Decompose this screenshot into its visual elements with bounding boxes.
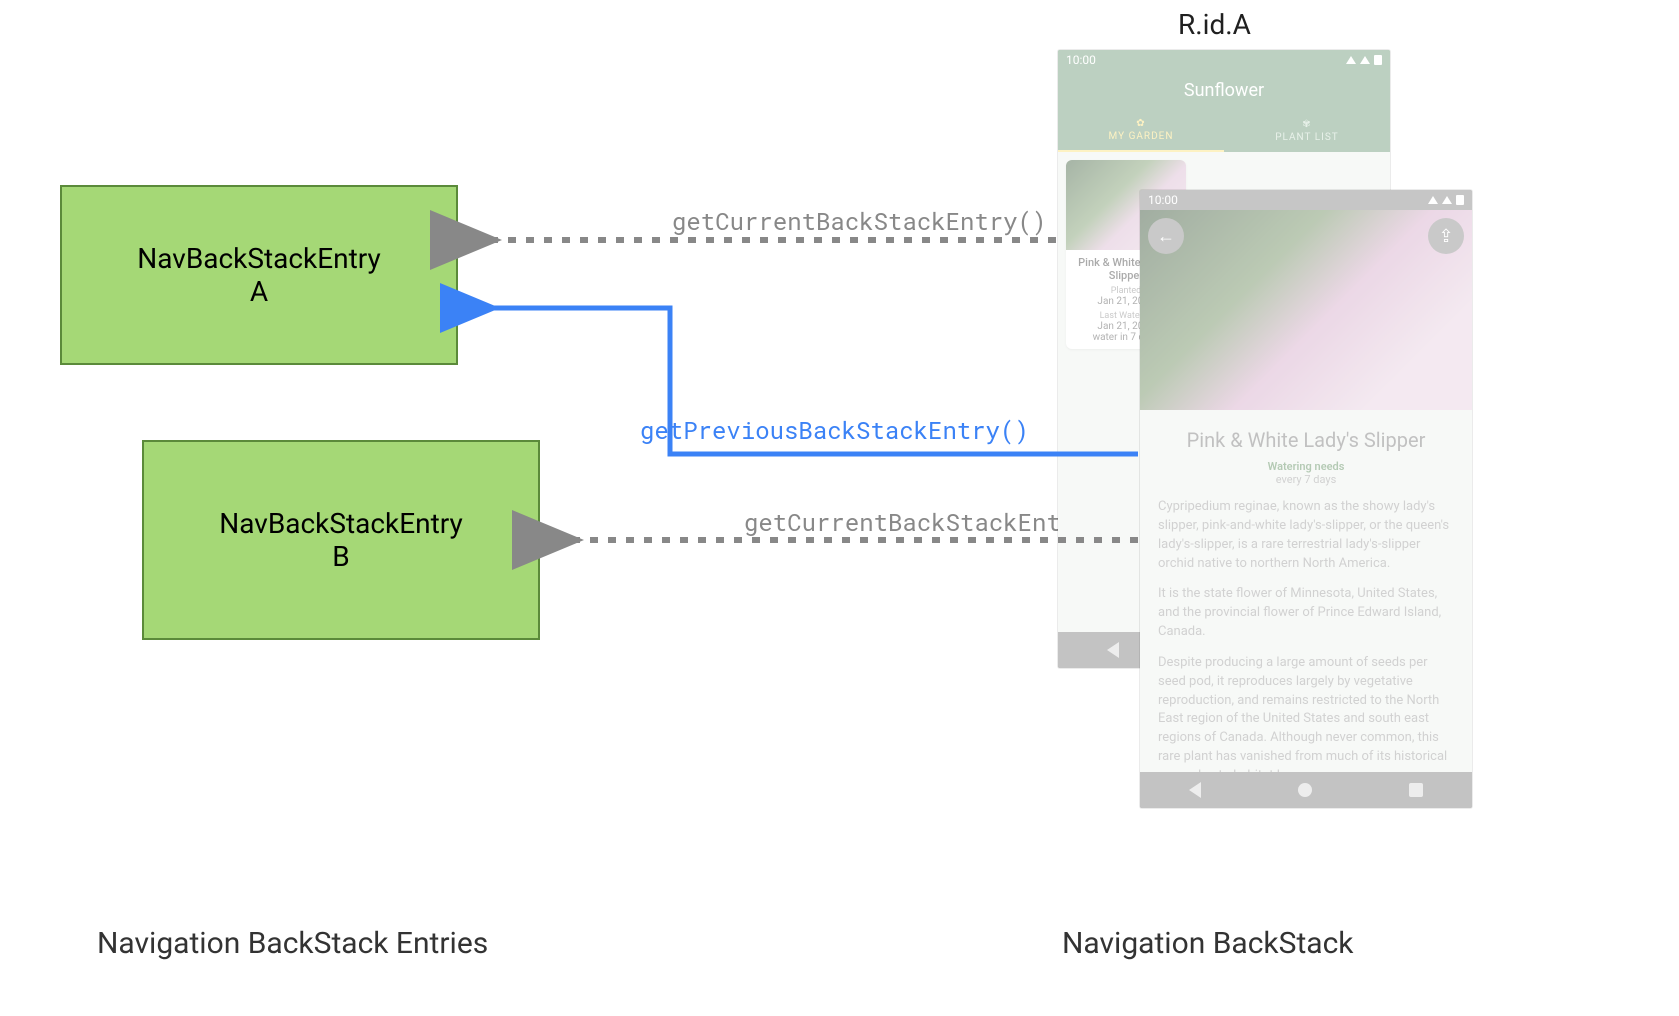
leaf-icon: ✾ <box>1302 119 1311 130</box>
phone-b-time: 10:00 <box>1148 193 1178 207</box>
nav-home-icon[interactable] <box>1298 783 1312 797</box>
phone-b-statusbar: 10:00 <box>1140 190 1472 210</box>
description-p3: Despite producing a large amount of seed… <box>1140 642 1472 786</box>
phone-a-statusbar: 10:00 <box>1058 50 1390 70</box>
entry-a-line2: A <box>250 275 268 308</box>
wifi-icon <box>1346 56 1356 64</box>
wifi-icon <box>1428 196 1438 204</box>
battery-icon <box>1374 55 1382 65</box>
share-button[interactable]: ⇪ <box>1428 218 1464 254</box>
tab-plant-list[interactable]: ✾ PLANT LIST <box>1224 110 1390 152</box>
plant-detail-title: Pink & White Lady's Slipper <box>1140 410 1472 454</box>
entry-b-line1: NavBackStackEntry <box>219 507 462 540</box>
tab-my-garden[interactable]: ✿ MY GARDEN <box>1058 110 1224 152</box>
nav-back-icon[interactable] <box>1189 782 1201 798</box>
watering-freq: every 7 days <box>1140 473 1472 486</box>
tab-my-garden-label: MY GARDEN <box>1109 131 1174 142</box>
phone-a-tabs: ✿ MY GARDEN ✾ PLANT LIST <box>1058 110 1390 152</box>
watering-needs-label: Watering needs <box>1140 460 1472 473</box>
description-p1: Cypripedium reginae, known as the showy … <box>1140 486 1472 573</box>
phone-a-appbar: Sunflower <box>1058 70 1390 110</box>
phone-screen-b: 10:00 ← ⇪ Pink & White Lady's Slipper Wa… <box>1140 190 1472 808</box>
header-r-id-a: R.id.A <box>1178 8 1251 41</box>
nav-backstack-entry-b: NavBackStackEntry B <box>142 440 540 640</box>
phone-b-navbar <box>1140 772 1472 808</box>
nav-back-icon[interactable] <box>1107 642 1119 658</box>
nav-backstack-entry-a: NavBackStackEntry A <box>60 185 458 365</box>
label-get-previous: getPreviousBackStackEntry() <box>640 414 1029 446</box>
flower-icon: ✿ <box>1136 118 1145 129</box>
entry-a-line1: NavBackStackEntry <box>137 242 380 275</box>
back-button[interactable]: ← <box>1148 218 1184 254</box>
description-p2: It is the state flower of Minnesota, Uni… <box>1140 573 1472 642</box>
signal-icon <box>1360 56 1370 64</box>
entry-b-line2: B <box>332 540 349 573</box>
phone-a-title: Sunflower <box>1184 80 1264 101</box>
phone-a-time: 10:00 <box>1066 53 1096 67</box>
share-icon: ⇪ <box>1438 226 1453 247</box>
arrow-left-icon: ← <box>1157 226 1175 247</box>
signal-icon <box>1442 196 1452 204</box>
nav-recent-icon[interactable] <box>1409 783 1423 797</box>
battery-icon <box>1456 195 1464 205</box>
caption-backstack: Navigation BackStack <box>1062 926 1354 961</box>
label-get-current-a: getCurrentBackStackEntry() <box>672 205 1046 237</box>
caption-entries: Navigation BackStack Entries <box>97 926 488 961</box>
phone-b-hero-image: ← ⇪ <box>1140 210 1472 410</box>
tab-plant-list-label: PLANT LIST <box>1275 132 1339 143</box>
